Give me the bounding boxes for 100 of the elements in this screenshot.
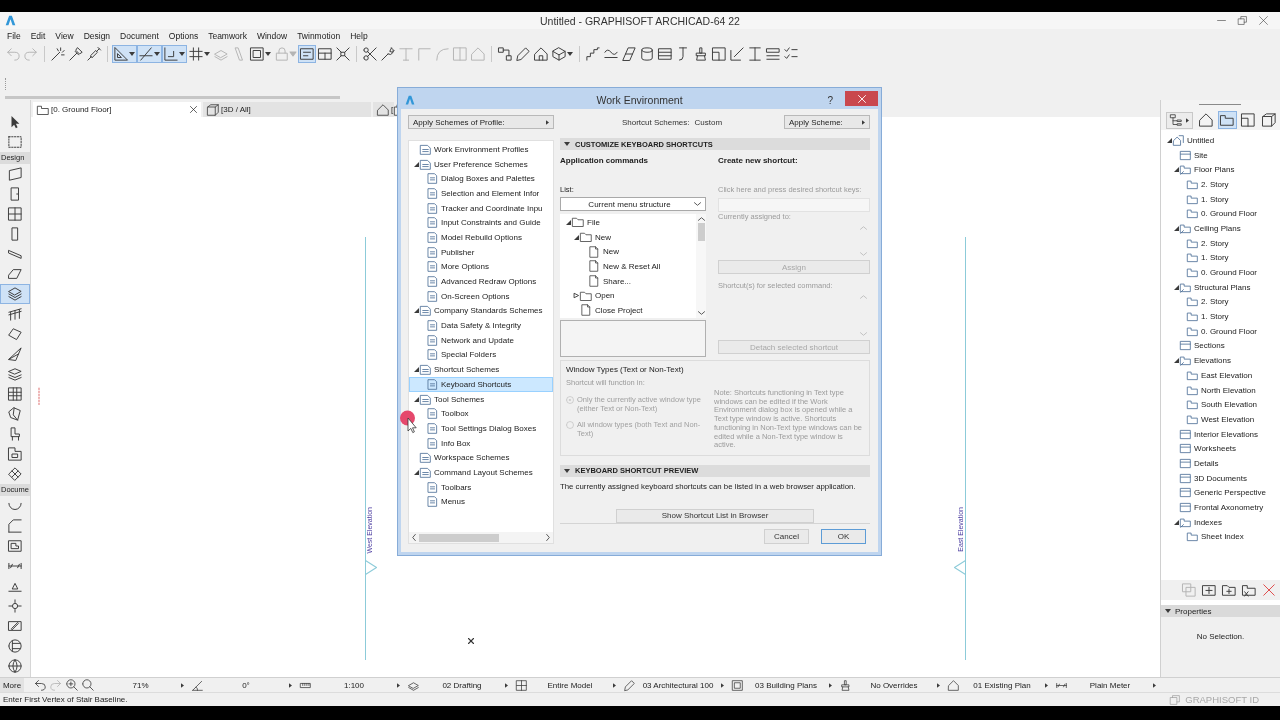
tree-item[interactable]: User Preference Schemes <box>409 156 553 172</box>
tree-item[interactable]: Data Safety & Integrity <box>409 318 553 333</box>
tree-item[interactable]: Untitled <box>1161 133 1280 148</box>
tree-item[interactable]: West Elevation <box>1161 412 1280 427</box>
delete-icon[interactable] <box>1262 583 1276 597</box>
tree-item[interactable]: New & Reset All <box>560 259 696 274</box>
tree-item[interactable]: Sections <box>1161 338 1280 354</box>
option-dropdown[interactable]: 03 Building Plans <box>728 678 836 692</box>
profile-menu-button[interactable]: Apply Schemes of Profile: <box>408 115 554 129</box>
tree-item[interactable]: New <box>560 229 696 245</box>
menu-item[interactable]: Teamwork <box>203 29 252 43</box>
tree-item[interactable]: Structural Plans <box>1161 279 1280 295</box>
tree-item[interactable]: Share... <box>560 273 696 289</box>
chevron-up-icon[interactable] <box>697 217 705 221</box>
tree-item[interactable]: Worksheets <box>1161 441 1280 457</box>
caret-down-icon[interactable] <box>564 142 570 146</box>
tree-item[interactable]: Shortcut Schemes <box>409 362 553 377</box>
option-dropdown[interactable]: 0° <box>188 678 296 692</box>
tree-item[interactable]: Interior Elevations <box>1161 426 1280 442</box>
triangle-icon[interactable] <box>565 219 571 225</box>
option-dropdown[interactable]: 1:100 <box>296 678 404 692</box>
tree-item[interactable]: More Options <box>409 259 553 275</box>
tree-item[interactable]: Dialog Boxes and Palettes <box>409 171 553 187</box>
option-dropdown[interactable]: 03 Architectural 100 <box>620 678 728 692</box>
magnifier-icon[interactable] <box>82 679 94 691</box>
menu-item[interactable]: Twinmotion <box>292 29 346 43</box>
option-dropdown[interactable]: 01 Existing Plan <box>944 678 1052 692</box>
tree-item[interactable]: Selection and Element Infor <box>409 186 553 201</box>
tree-item[interactable]: On-Screen Options <box>409 288 553 304</box>
navigator-view-button[interactable] <box>1197 111 1216 129</box>
tree-item[interactable]: 1. Story <box>1161 191 1280 207</box>
menu-item[interactable]: View <box>50 29 79 43</box>
close-button[interactable] <box>845 91 878 106</box>
plus-square-icon[interactable] <box>1202 583 1216 597</box>
tree-item[interactable]: 2. Story <box>1161 177 1280 192</box>
toolbar-button[interactable] <box>137 44 162 63</box>
navigator-view-button[interactable] <box>1259 111 1278 129</box>
triangle-icon[interactable] <box>1166 137 1172 143</box>
option-dropdown[interactable]: No Overrides <box>836 678 944 692</box>
navigator-view-button[interactable] <box>1217 111 1237 129</box>
triangle-icon[interactable] <box>1173 225 1179 231</box>
show-list-button[interactable]: Show Shortcut List in Browser <box>616 508 814 523</box>
menu-item[interactable]: File <box>2 29 26 43</box>
undo-icon[interactable] <box>34 679 46 691</box>
close-icon[interactable] <box>1259 16 1268 25</box>
option-dropdown[interactable]: Entire Model <box>512 678 620 692</box>
tree-item[interactable]: Frontal Axonometry <box>1161 500 1280 515</box>
tree-item[interactable]: Indexes <box>1161 514 1280 530</box>
tree-item[interactable]: Elevations <box>1161 353 1280 368</box>
triangle-icon[interactable] <box>1173 519 1179 525</box>
tree-item[interactable]: Menus <box>409 494 553 510</box>
view-tab[interactable]: [ <box>373 102 395 117</box>
ok-button[interactable]: OK <box>821 529 866 544</box>
triangle-icon[interactable] <box>413 396 419 402</box>
triangle-icon[interactable] <box>413 161 419 167</box>
plan-cross-icon[interactable] <box>1242 583 1256 597</box>
scrollbar-thumb[interactable] <box>697 223 705 241</box>
menu-item[interactable]: Help <box>345 29 373 43</box>
tree-item[interactable]: South Elevation <box>1161 397 1280 413</box>
navigator-menu-button[interactable] <box>1166 111 1193 129</box>
tree-item[interactable]: Command Layout Schemes <box>409 465 553 480</box>
toolbar-button[interactable] <box>248 44 273 63</box>
tree-item[interactable]: Advanced Redraw Options <box>409 274 553 289</box>
tree-item[interactable]: Model Rebuild Options <box>409 230 553 245</box>
help-button[interactable]: ? <box>827 94 833 106</box>
scrollbar-thumb[interactable] <box>419 533 499 542</box>
tree-item[interactable]: Tool Schemes <box>409 391 553 407</box>
tree-item[interactable]: Info Box <box>409 435 553 451</box>
triangle-icon[interactable] <box>413 308 419 314</box>
tree-item[interactable]: Company Standards Schemes <box>409 303 553 319</box>
menu-item[interactable]: Options <box>163 29 204 43</box>
tree-item[interactable]: 0. Ground Floor <box>1161 206 1280 222</box>
tree-item[interactable]: Close Project <box>560 303 696 318</box>
chevron-down-icon[interactable] <box>697 311 705 315</box>
tree-item[interactable]: File <box>560 215 696 230</box>
tree-item[interactable]: 1. Story <box>1161 309 1280 324</box>
tree-item[interactable]: 0. Ground Floor <box>1161 265 1280 280</box>
tree-item[interactable]: New <box>560 244 696 260</box>
toolbar-button[interactable] <box>112 44 137 63</box>
tree-item[interactable]: Toolbars <box>409 479 553 495</box>
caret-down-icon[interactable] <box>1165 609 1171 613</box>
option-dropdown[interactable]: 71% <box>100 678 188 692</box>
tree-item[interactable]: Floor Plans <box>1161 162 1280 178</box>
triangle-icon[interactable] <box>1173 358 1179 364</box>
tree-item[interactable]: Ceiling Plans <box>1161 221 1280 236</box>
tree-item[interactable]: Publisher <box>409 244 553 260</box>
cancel-button[interactable]: Cancel <box>764 529 809 544</box>
new-folder-icon[interactable] <box>1222 583 1236 597</box>
tree-item[interactable]: 3D Documents <box>1161 470 1280 486</box>
tree-item[interactable]: Input Constraints and Guide <box>409 215 553 231</box>
tree-item[interactable]: Special Folders <box>409 347 553 363</box>
tool-button[interactable] <box>0 284 30 304</box>
tree-item[interactable]: 2. Story <box>1161 294 1280 310</box>
tree-item[interactable]: 1. Story <box>1161 250 1280 266</box>
triangle-outline-icon[interactable] <box>573 293 579 299</box>
tree-item[interactable]: 2. Story <box>1161 235 1280 251</box>
toolbar-button[interactable] <box>550 44 575 63</box>
triangle-icon[interactable] <box>1173 167 1179 173</box>
chevron-left-icon[interactable] <box>412 534 416 541</box>
triangle-icon[interactable] <box>573 234 579 240</box>
